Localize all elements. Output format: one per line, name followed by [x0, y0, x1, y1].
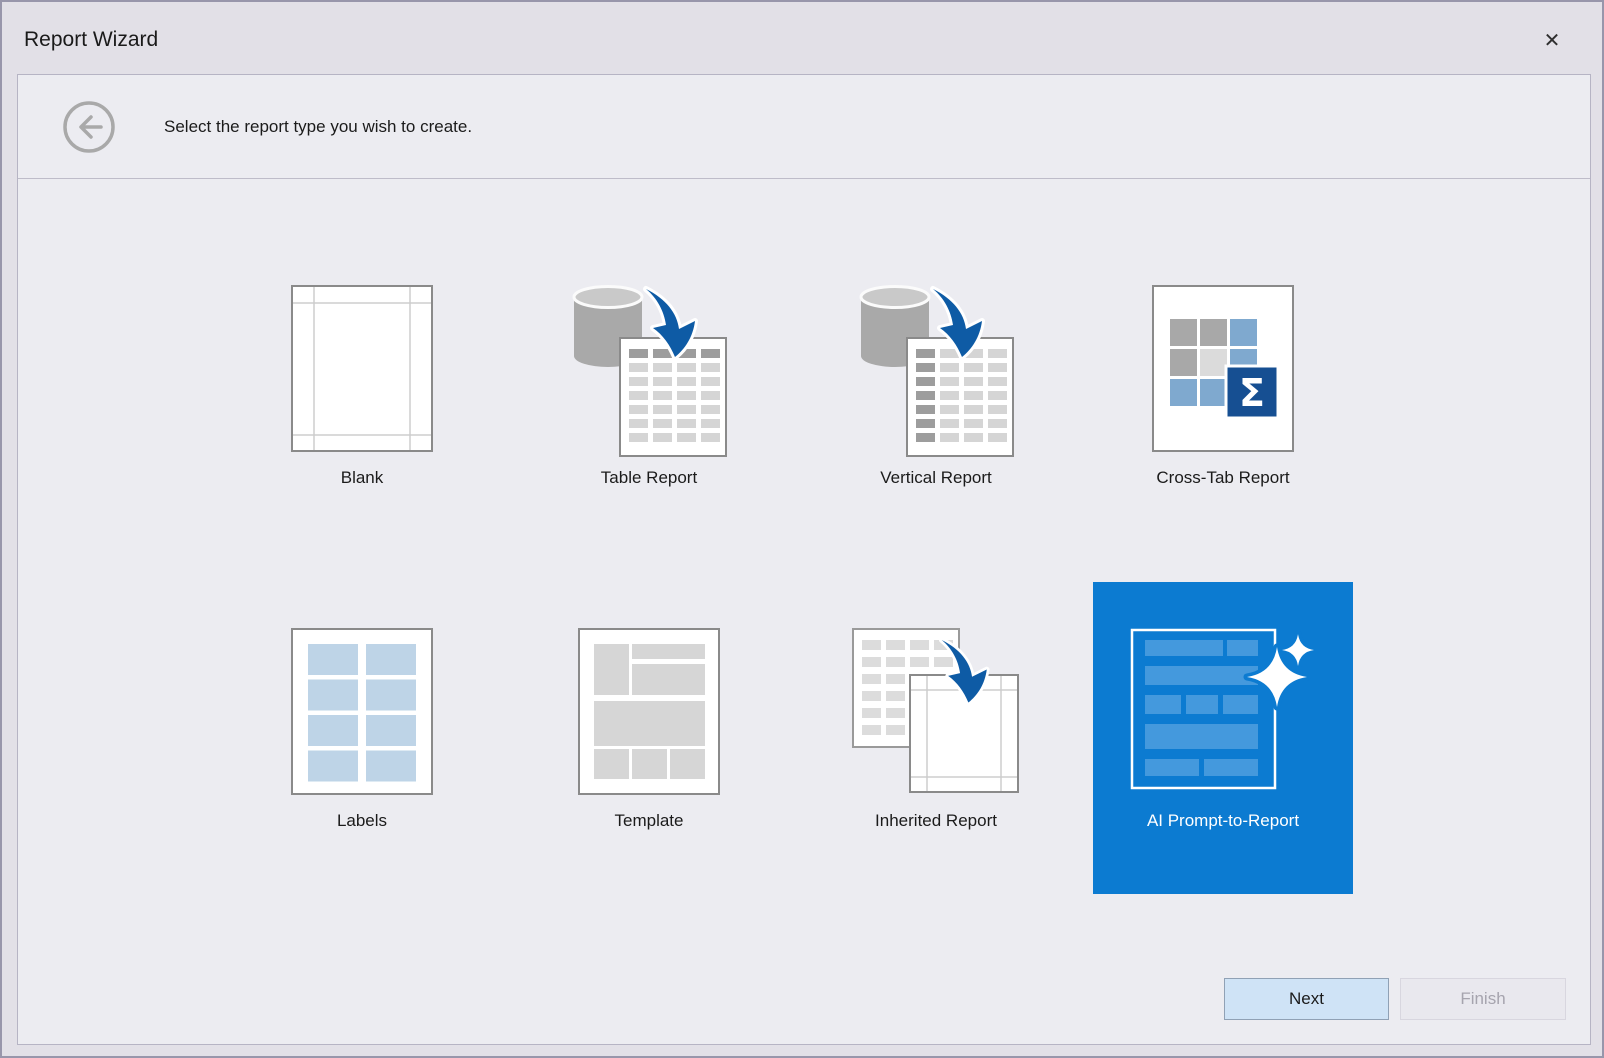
wizard-panel: Select the report type you wish to creat…: [17, 74, 1591, 1045]
svg-text:Σ: Σ: [1239, 371, 1265, 415]
window-title: Report Wizard: [24, 28, 159, 51]
finish-button[interactable]: Finish: [1400, 978, 1566, 1020]
report-type-vertical-report[interactable]: Vertical Report: [806, 239, 1066, 551]
inherited-report-icon: [806, 628, 1066, 796]
labels-icon: [232, 628, 492, 796]
report-wizard-dialog: Report Wizard ✕ Select the report type y…: [0, 0, 1604, 1058]
blank-icon: [232, 285, 492, 453]
vertical-report-icon: [806, 285, 1066, 457]
report-type-cross-tab-report[interactable]: Σ Cross-Tab Report: [1093, 239, 1353, 551]
report-type-label: Template: [614, 811, 684, 830]
ai-prompt-to-report-icon: [1093, 628, 1353, 796]
template-icon: [519, 628, 779, 796]
wizard-header: Select the report type you wish to creat…: [18, 75, 1590, 179]
next-button[interactable]: Next: [1224, 978, 1389, 1020]
cross-tab-report-icon: Σ: [1093, 285, 1353, 453]
report-type-label: Blank: [340, 468, 384, 487]
report-type-label: Vertical Report: [880, 468, 992, 487]
report-type-label: AI Prompt-to-Report: [1146, 811, 1300, 830]
report-type-label: Inherited Report: [875, 811, 997, 830]
titlebar: Report Wizard ✕: [2, 2, 1602, 74]
back-button[interactable]: [62, 100, 116, 154]
report-type-inherited-report[interactable]: Inherited Report: [806, 582, 1066, 894]
report-type-label: Table Report: [600, 468, 698, 487]
report-type-label: Cross-Tab Report: [1156, 468, 1290, 487]
report-type-labels[interactable]: Labels: [232, 582, 492, 894]
table-report-icon: [519, 285, 779, 457]
instruction-text: Select the report type you wish to creat…: [164, 116, 473, 136]
report-type-label: Labels: [336, 811, 388, 830]
report-type-template[interactable]: Template: [519, 582, 779, 894]
close-icon[interactable]: ✕: [1538, 27, 1566, 55]
back-arrow-icon: [63, 100, 115, 153]
report-type-grid: Blank Table Report Vertical Report Σ Cro…: [232, 239, 1353, 894]
report-type-ai-prompt-to-report[interactable]: AI Prompt-to-Report: [1093, 582, 1353, 894]
report-type-blank[interactable]: Blank: [232, 239, 492, 551]
report-type-table-report[interactable]: Table Report: [519, 239, 779, 551]
